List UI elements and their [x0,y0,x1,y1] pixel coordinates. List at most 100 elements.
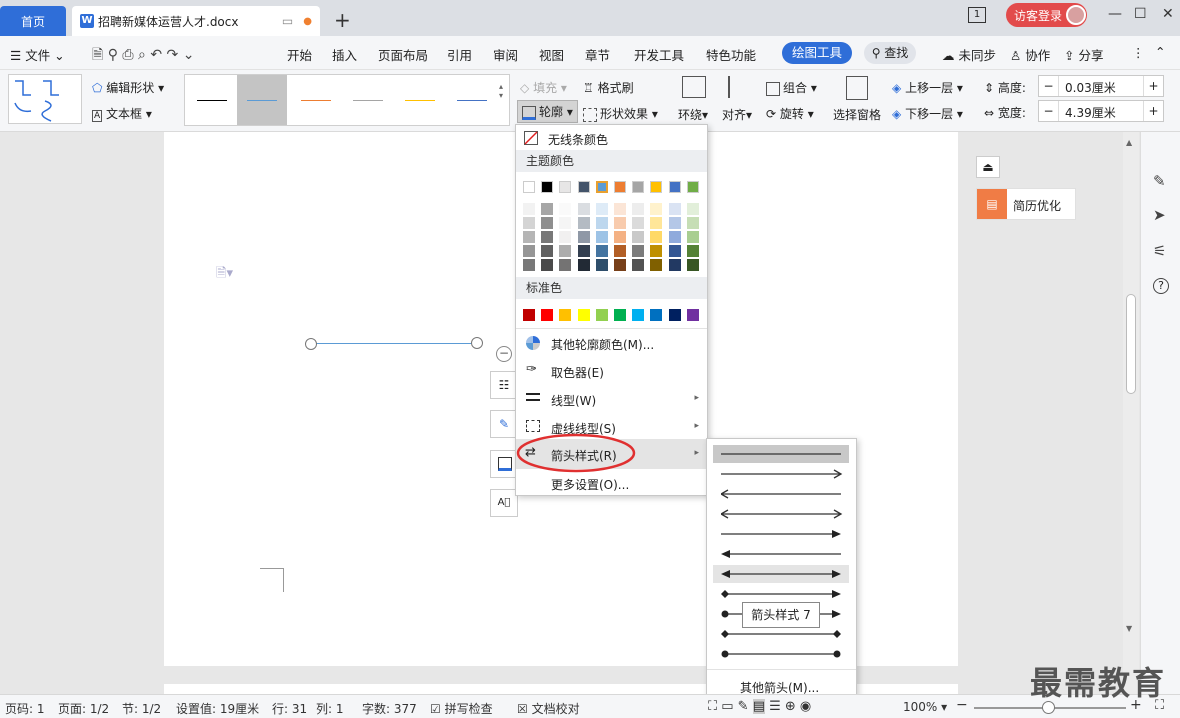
status-page[interactable]: 页面: 1/2 [58,700,109,717]
theme-shade-swatch[interactable] [650,245,663,257]
collapse-toolbar-icon[interactable]: − [496,346,512,362]
line-style-6[interactable] [447,75,497,125]
theme-shade-swatch[interactable] [523,217,535,229]
pen-tool-icon[interactable]: ✎ [1153,172,1166,190]
theme-shade-swatch[interactable] [595,245,608,257]
menu-tab-layout[interactable]: 页面布局 [378,45,428,64]
standard-color-swatch[interactable] [686,309,699,321]
line-handle-start[interactable] [305,338,317,350]
theme-shade-swatch[interactable] [686,217,699,229]
height-minus-button[interactable]: − [1039,76,1059,96]
theme-shade-swatch[interactable] [559,259,572,271]
theme-color-swatch[interactable] [577,181,590,193]
theme-shade-swatch[interactable] [686,203,699,215]
line-shape[interactable] [311,343,477,344]
width-minus-button[interactable]: − [1039,101,1059,121]
theme-shade-swatch[interactable] [614,231,626,243]
line-style-4[interactable] [343,75,393,125]
new-tab-button[interactable]: + [334,8,351,32]
standard-color-swatch[interactable] [595,309,608,321]
file-menu[interactable]: ☰ 文件 ⌄ [10,45,65,64]
standard-color-swatch[interactable] [650,309,663,321]
text-wrap-icon[interactable]: A⃞ [490,489,518,517]
height-plus-button[interactable]: + [1143,76,1163,96]
scroll-up-icon[interactable]: ▲ [1126,138,1132,147]
arrow-style-option-3[interactable] [713,485,849,503]
arrow-style-option-1[interactable] [713,445,849,463]
theme-color-swatch[interactable] [541,181,554,193]
theme-shade-swatch[interactable] [650,259,663,271]
search-button[interactable]: ⚲ 查找 [864,42,916,64]
layout-options-icon[interactable]: ☷ [490,371,518,399]
theme-shade-swatch[interactable] [632,231,645,243]
menu-tab-developer[interactable]: 开发工具 [634,45,684,64]
arrow-style-option-8[interactable] [713,585,849,603]
standard-color-swatch[interactable] [668,309,681,321]
theme-shade-swatch[interactable] [559,245,572,257]
theme-shade-swatch[interactable] [668,231,681,243]
scrollbar-thumb[interactable] [1126,294,1136,394]
theme-shade-swatch[interactable] [595,231,608,243]
width-input[interactable]: −4.39厘米 + [1038,100,1164,122]
theme-shade-swatch[interactable] [595,259,608,271]
more-icon[interactable]: ⋮ [1132,45,1145,60]
theme-shade-swatch[interactable] [577,217,590,229]
guest-login-button[interactable]: 访客登录 [1006,3,1087,27]
theme-shade-swatch[interactable] [523,245,535,257]
zoom-value[interactable]: 100% ▾ [903,700,947,714]
standard-color-swatch[interactable] [559,309,572,321]
theme-shade-swatch[interactable] [686,245,699,257]
theme-shade-swatch[interactable] [577,245,590,257]
line-style-5[interactable] [395,75,445,125]
view-mode-icons[interactable]: ⛶ ▭ ✎ ▤ ☰ ⊕ ◉ [708,699,811,714]
theme-shade-swatch[interactable] [614,203,626,215]
pen-icon[interactable]: ✎ [490,410,518,438]
screen-mode-icon[interactable]: 1 [968,7,986,23]
close-button[interactable]: ✕ [1162,6,1174,22]
collab-button[interactable]: ♙ 协作 [1010,45,1050,64]
eject-icon[interactable]: ⏏ [976,156,1000,178]
resume-optimize-button[interactable]: ▤ 简历优化 [976,188,1076,220]
menu-tab-view[interactable]: 视图 [539,45,564,64]
theme-shade-swatch[interactable] [614,245,626,257]
theme-shade-swatch[interactable] [650,203,663,215]
theme-shade-swatch[interactable] [523,231,535,243]
arrow-style-option-7[interactable] [713,565,849,583]
theme-shade-swatch[interactable] [541,217,554,229]
theme-shade-swatch[interactable] [668,203,681,215]
shape-effect-button[interactable]: 形状效果 ▾ [583,105,658,122]
theme-shade-swatch[interactable] [632,259,645,271]
arrow-style-option-2[interactable] [713,465,849,483]
zoom-out-button[interactable]: − [956,697,968,713]
cursor-icon[interactable]: ➤ [1153,206,1166,224]
maximize-button[interactable]: ☐ [1134,6,1147,22]
spell-check-button[interactable]: ☑ 拼写检查 [430,700,493,717]
theme-shade-swatch[interactable] [668,217,681,229]
standard-color-swatch[interactable] [523,309,535,321]
status-page-code[interactable]: 页码: 1 [5,700,45,717]
menu-tab-insert[interactable]: 插入 [332,45,357,64]
more-outline-colors-item[interactable]: 其他轮廓颜色(M)... [516,329,707,357]
line-style-2[interactable] [237,75,287,125]
menu-tab-review[interactable]: 审阅 [493,45,518,64]
send-backward-button[interactable]: ◈ 下移一层 ▾ [892,105,963,122]
status-words[interactable]: 字数: 377 [362,700,417,717]
arrow-style-option-6[interactable] [713,545,849,563]
arrow-style-option-4[interactable] [713,505,849,523]
theme-color-swatch[interactable] [559,181,572,193]
theme-color-swatch[interactable] [523,181,535,193]
no-line-color-item[interactable]: 无线条颜色 [516,125,707,153]
line-handle-end[interactable] [471,337,483,349]
theme-shade-swatch[interactable] [541,231,554,243]
theme-shade-swatch[interactable] [650,217,663,229]
align-button[interactable]: 对齐▾ [722,106,752,123]
theme-shade-swatch[interactable] [559,203,572,215]
arrow-style-option-5[interactable] [713,525,849,543]
vertical-scrollbar[interactable] [1123,132,1139,694]
wrap-button[interactable]: 环绕▾ [678,106,708,123]
sync-button[interactable]: ☁ 未同步 [942,45,996,64]
standard-color-swatch[interactable] [632,309,645,321]
theme-shade-swatch[interactable] [614,217,626,229]
quick-access-icons[interactable]: 🗎 ⚲ ⎙ ⌕ ↶ ↷ ⌄ [92,44,194,68]
status-setting[interactable]: 设置值: 19厘米 [176,700,259,717]
